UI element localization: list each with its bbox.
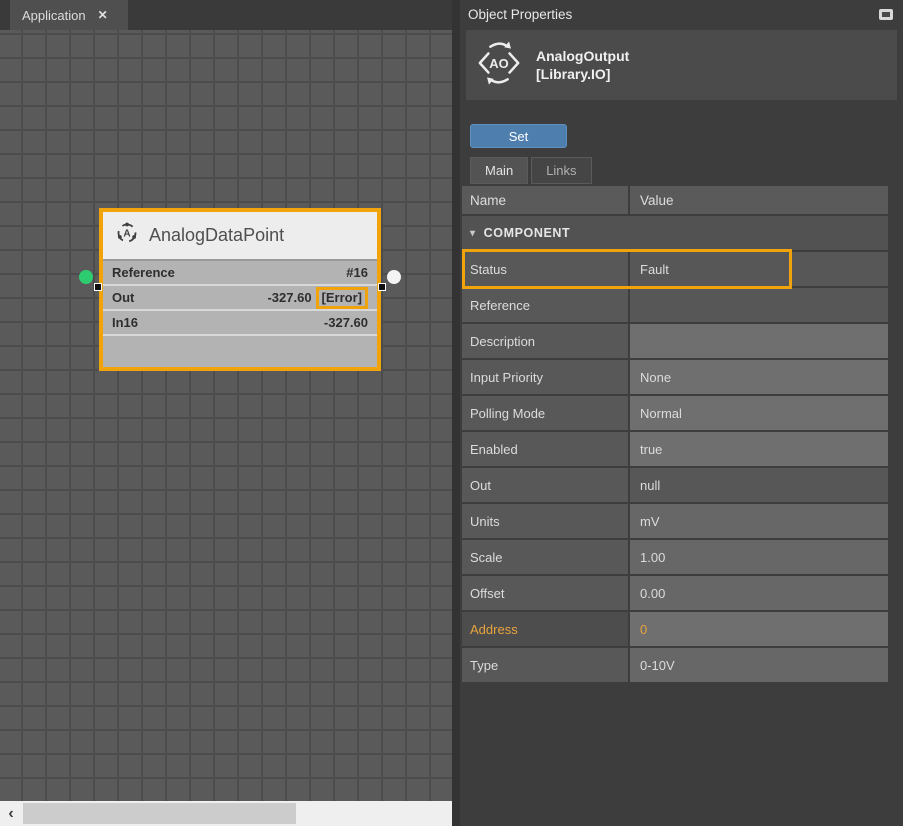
- prop-value: Fault: [640, 262, 669, 277]
- app-window: Application ✕ A AnalogData: [0, 0, 903, 826]
- property-row-description[interactable]: Description: [462, 324, 888, 358]
- property-row-out[interactable]: Out null: [462, 468, 888, 502]
- resize-handle-right[interactable]: [378, 283, 386, 291]
- prop-name: Enabled: [470, 442, 518, 457]
- property-row-scale[interactable]: Scale 1.00: [462, 540, 888, 574]
- pin-value: #16: [346, 265, 368, 280]
- property-row-offset[interactable]: Offset 0.00: [462, 576, 888, 610]
- property-row-input-priority[interactable]: Input Priority None: [462, 360, 888, 394]
- prop-name: Scale: [470, 550, 503, 565]
- resize-handle-left[interactable]: [94, 283, 102, 291]
- node-pin-in16[interactable]: In16 -327.60: [103, 311, 377, 336]
- tab-application-label: Application: [22, 8, 86, 23]
- prop-name: Type: [470, 658, 498, 673]
- prop-name: Description: [470, 334, 535, 349]
- node-pin-out[interactable]: Out -327.60 [Error]: [103, 286, 377, 311]
- prop-value: mV: [640, 514, 660, 529]
- grid-header-row: Name Value: [462, 186, 888, 214]
- object-header-card: AO AnalogOutput [Library.IO]: [466, 30, 897, 100]
- prop-value: true: [640, 442, 662, 457]
- property-row-reference[interactable]: Reference: [462, 288, 888, 322]
- property-grid: Name Value ▾ COMPONENT Status Fault Refe…: [462, 186, 888, 682]
- panel-title: Object Properties: [468, 7, 572, 22]
- prop-value: 0: [640, 622, 647, 637]
- prop-value: None: [640, 370, 671, 385]
- prop-value: null: [640, 478, 660, 493]
- pin-value: -327.60: [267, 290, 311, 305]
- group-label: COMPONENT: [484, 226, 571, 240]
- property-row-polling-mode[interactable]: Polling Mode Normal: [462, 396, 888, 430]
- prop-name: Reference: [470, 298, 530, 313]
- prop-name: Units: [470, 514, 500, 529]
- prop-value: 0-10V: [640, 658, 675, 673]
- diagram-pane: Application ✕ A AnalogData: [0, 0, 452, 826]
- property-row-type[interactable]: Type 0-10V: [462, 648, 888, 682]
- prop-value: Normal: [640, 406, 682, 421]
- property-row-units[interactable]: Units mV: [462, 504, 888, 538]
- input-port-green[interactable]: [79, 270, 93, 284]
- prop-name: Offset: [470, 586, 504, 601]
- node-title: AnalogDataPoint: [149, 225, 284, 246]
- collapse-triangle-icon[interactable]: ▾: [470, 228, 476, 239]
- pin-name: Reference: [112, 265, 175, 280]
- column-header-name: Name: [462, 186, 628, 214]
- prop-name: Address: [470, 622, 518, 637]
- object-name: AnalogOutput: [536, 47, 629, 65]
- node-footer: [103, 336, 377, 367]
- analog-point-icon: A: [115, 221, 139, 250]
- node-analogdatapoint[interactable]: A AnalogDataPoint Reference #16 Out -327…: [99, 208, 381, 371]
- scrollbar-thumb[interactable]: [23, 803, 296, 824]
- property-row-enabled[interactable]: Enabled true: [462, 432, 888, 466]
- object-properties-panel: Object Properties AO AnalogOu: [460, 0, 903, 826]
- prop-name: Polling Mode: [470, 406, 545, 421]
- column-header-value: Value: [630, 186, 888, 214]
- tab-links[interactable]: Links: [531, 157, 591, 184]
- scroll-left-arrow-icon[interactable]: ‹: [0, 801, 22, 826]
- prop-value: 0.00: [640, 586, 665, 601]
- diagram-tabbar: Application ✕: [0, 0, 452, 30]
- output-port-white[interactable]: [387, 270, 401, 284]
- tab-close-icon[interactable]: ✕: [98, 8, 108, 22]
- svg-text:A: A: [123, 229, 130, 240]
- set-button[interactable]: Set: [470, 124, 567, 148]
- dock-window-icon[interactable]: [879, 9, 893, 20]
- error-badge: [Error]: [316, 287, 368, 309]
- wiresheet-canvas[interactable]: A AnalogDataPoint Reference #16 Out -327…: [0, 30, 452, 801]
- properties-tabs: Main Links: [470, 157, 903, 184]
- prop-name: Out: [470, 478, 491, 493]
- property-row-status[interactable]: Status Fault: [462, 252, 888, 286]
- panel-titlebar: Object Properties: [460, 0, 903, 28]
- group-component[interactable]: ▾ COMPONENT: [462, 216, 888, 250]
- svg-text:AO: AO: [489, 55, 508, 70]
- pane-divider[interactable]: [452, 0, 460, 826]
- tab-application[interactable]: Application ✕: [10, 0, 128, 30]
- pin-name: In16: [112, 315, 138, 330]
- prop-value: 1.00: [640, 550, 665, 565]
- object-library: [Library.IO]: [536, 65, 629, 83]
- node-header[interactable]: A AnalogDataPoint: [103, 212, 377, 261]
- pin-name: Out: [112, 290, 134, 305]
- analog-output-icon: AO: [476, 40, 522, 91]
- tab-main[interactable]: Main: [470, 157, 528, 184]
- pin-value: -327.60: [324, 315, 368, 330]
- prop-name: Status: [470, 262, 507, 277]
- property-row-address[interactable]: Address 0: [462, 612, 888, 646]
- prop-name: Input Priority: [470, 370, 543, 385]
- node-pin-reference[interactable]: Reference #16: [103, 261, 377, 286]
- horizontal-scrollbar[interactable]: ‹: [0, 801, 452, 826]
